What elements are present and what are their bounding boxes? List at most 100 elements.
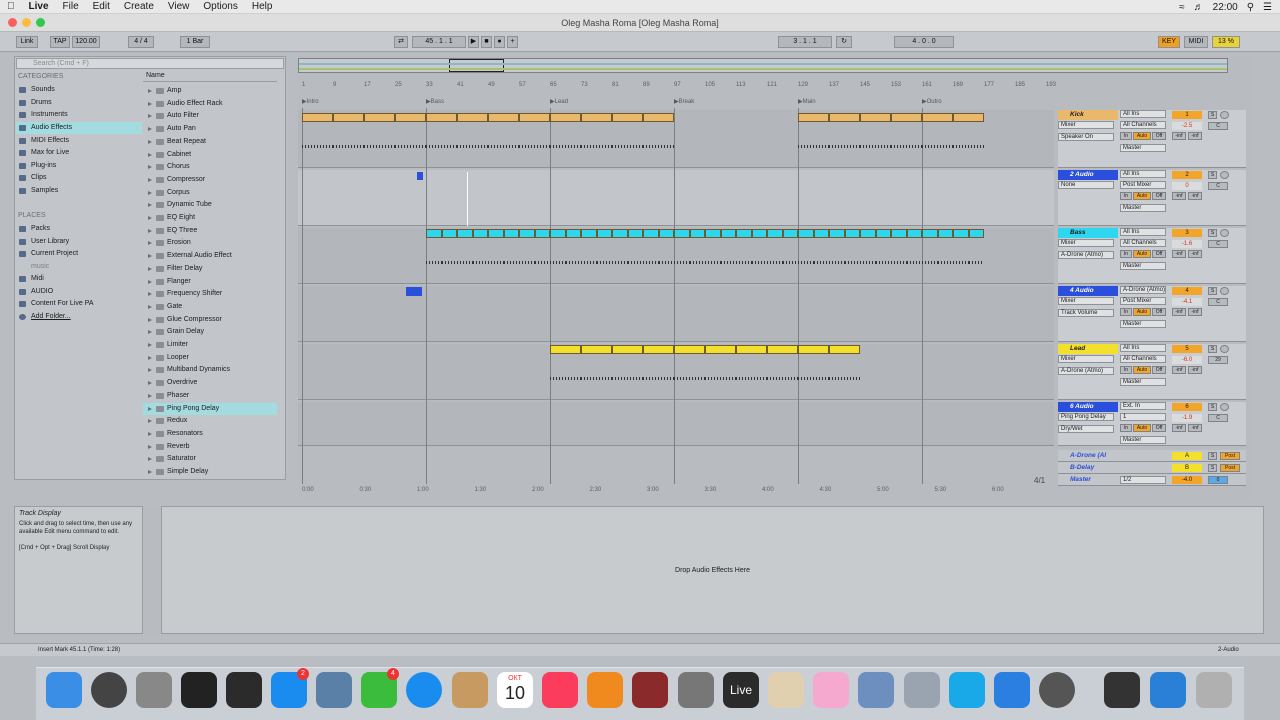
clip[interactable] bbox=[829, 345, 860, 354]
photos-icon[interactable] bbox=[813, 672, 849, 708]
loop-icon[interactable]: ↻ bbox=[836, 36, 852, 48]
clip[interactable] bbox=[488, 229, 504, 238]
track-header[interactable]: Lead Mixer A-Drone (Atmo) All Ins All Channe… bbox=[1058, 344, 1246, 400]
solo-button[interactable]: S bbox=[1208, 111, 1217, 119]
clip[interactable] bbox=[860, 113, 891, 122]
xcode-icon[interactable] bbox=[904, 672, 940, 708]
clip[interactable] bbox=[782, 229, 798, 238]
device-view[interactable]: Drop Audio Effects Here bbox=[161, 506, 1264, 634]
image-capture-icon[interactable] bbox=[768, 672, 804, 708]
clip[interactable] bbox=[627, 229, 643, 238]
volume-icon[interactable]: ♬ bbox=[1194, 2, 1204, 13]
arm-button[interactable] bbox=[1220, 287, 1229, 295]
category-plugins[interactable]: Plug-ins bbox=[16, 160, 142, 172]
track-name[interactable]: 2 Audio bbox=[1058, 170, 1118, 180]
clip[interactable] bbox=[658, 229, 674, 238]
clip[interactable] bbox=[519, 229, 535, 238]
return-track-header[interactable]: B-Delay B S Post bbox=[1058, 462, 1246, 474]
close-button[interactable] bbox=[8, 18, 17, 27]
expand-icon[interactable] bbox=[148, 393, 152, 398]
record-icon[interactable]: ● bbox=[494, 36, 505, 48]
expand-icon[interactable] bbox=[148, 101, 152, 106]
solo-button[interactable]: S bbox=[1208, 287, 1217, 295]
arm-button[interactable] bbox=[1220, 403, 1229, 411]
track-auto-button[interactable]: Auto bbox=[1133, 192, 1151, 200]
clip[interactable] bbox=[736, 345, 767, 354]
overview-viewport[interactable] bbox=[449, 59, 504, 72]
clip[interactable] bbox=[829, 113, 860, 122]
clip[interactable] bbox=[581, 229, 597, 238]
track-input-select[interactable]: Ext. In bbox=[1120, 402, 1166, 410]
track-off-button[interactable]: Off bbox=[1152, 250, 1166, 258]
contacts-icon[interactable] bbox=[452, 672, 488, 708]
device-item[interactable]: Cabinet bbox=[143, 149, 277, 162]
signature-field[interactable]: 4 / 4 bbox=[128, 36, 154, 48]
solo-button[interactable]: S bbox=[1208, 452, 1217, 460]
launchpad-icon[interactable] bbox=[136, 672, 172, 708]
track-auto-button[interactable]: Auto bbox=[1133, 132, 1151, 140]
track-name[interactable]: 4 Audio bbox=[1058, 286, 1118, 296]
place-midi[interactable]: Midi bbox=[16, 273, 142, 285]
itunes-icon[interactable] bbox=[542, 672, 578, 708]
place-music[interactable]: music bbox=[16, 261, 142, 273]
device-item[interactable]: Phaser bbox=[143, 390, 277, 403]
track-in-button[interactable]: In bbox=[1120, 250, 1132, 258]
return-track-name[interactable]: A-Drone (Al bbox=[1058, 451, 1118, 461]
track-monitor-select[interactable]: Mixer bbox=[1058, 355, 1114, 363]
arm-button[interactable] bbox=[1220, 229, 1229, 237]
expand-icon[interactable] bbox=[148, 114, 152, 119]
expand-icon[interactable] bbox=[148, 139, 152, 144]
track-output-select[interactable]: Master bbox=[1120, 436, 1166, 444]
device-item[interactable]: EQ Eight bbox=[143, 212, 277, 225]
clip[interactable] bbox=[565, 229, 581, 238]
loop-start-field[interactable]: 3 . 1 . 1 bbox=[778, 36, 832, 48]
track-device-select[interactable]: Dry/Wet bbox=[1058, 425, 1114, 433]
clip[interactable] bbox=[612, 229, 628, 238]
clip[interactable] bbox=[767, 345, 798, 354]
preview-image-icon[interactable] bbox=[858, 672, 894, 708]
expand-icon[interactable] bbox=[148, 152, 152, 157]
device-item[interactable]: Corpus bbox=[143, 187, 277, 200]
device-item[interactable]: Flanger bbox=[143, 276, 277, 289]
track-input-select[interactable]: All Ins bbox=[1120, 170, 1166, 178]
track-off-button[interactable]: Off bbox=[1152, 308, 1166, 316]
track-volume[interactable]: -6.0 bbox=[1172, 356, 1202, 364]
locator[interactable]: ▶Main bbox=[798, 98, 816, 105]
arm-button[interactable] bbox=[1220, 111, 1229, 119]
clip[interactable] bbox=[860, 229, 876, 238]
track-activator[interactable]: 4 bbox=[1172, 287, 1202, 295]
track-auto-button[interactable]: Auto bbox=[1133, 250, 1151, 258]
category-midi-effects[interactable]: MIDI Effects bbox=[16, 135, 142, 147]
track-device-select[interactable]: A-Drone (Atmo) bbox=[1058, 367, 1114, 375]
track-input-select[interactable]: All Ins bbox=[1120, 110, 1166, 118]
track-channel-select[interactable]: All Channels bbox=[1120, 239, 1166, 247]
clip[interactable] bbox=[705, 229, 721, 238]
device-item[interactable]: Saturator bbox=[143, 453, 277, 466]
clip[interactable] bbox=[550, 113, 581, 122]
clip[interactable] bbox=[689, 229, 705, 238]
device-item[interactable]: Multiband Dynamics bbox=[143, 364, 277, 377]
track-channel-select[interactable]: All Channels bbox=[1120, 121, 1166, 129]
minimize-button[interactable] bbox=[22, 18, 31, 27]
clip[interactable] bbox=[472, 229, 488, 238]
track-header[interactable]: Kick Mixer Speaker On All Ins All Channels Ma… bbox=[1058, 110, 1246, 168]
menu-app[interactable]: Live bbox=[22, 0, 56, 14]
category-max-for-live[interactable]: Max for Live bbox=[16, 147, 142, 159]
device-item[interactable]: Audio Effect Rack bbox=[143, 98, 277, 111]
locator[interactable]: ▶Outro bbox=[922, 98, 942, 105]
device-item[interactable]: Glue Compressor bbox=[143, 314, 277, 327]
device-item[interactable]: Ping Pong Delay bbox=[143, 402, 277, 416]
return-track-name[interactable]: Master bbox=[1058, 475, 1118, 485]
place-user-library[interactable]: User Library bbox=[16, 236, 142, 248]
expand-icon[interactable] bbox=[148, 431, 152, 436]
post-button[interactable]: Post bbox=[1220, 452, 1240, 460]
expand-icon[interactable] bbox=[148, 457, 152, 462]
dashboard-icon[interactable] bbox=[226, 672, 262, 708]
solo-button[interactable]: S bbox=[1208, 345, 1217, 353]
clip[interactable] bbox=[612, 345, 643, 354]
clip[interactable] bbox=[798, 113, 829, 122]
expand-icon[interactable] bbox=[148, 190, 152, 195]
preview-photo-icon[interactable] bbox=[316, 672, 352, 708]
menu-view[interactable]: View bbox=[161, 0, 197, 14]
device-item[interactable]: Dynamic Tube bbox=[143, 199, 277, 212]
